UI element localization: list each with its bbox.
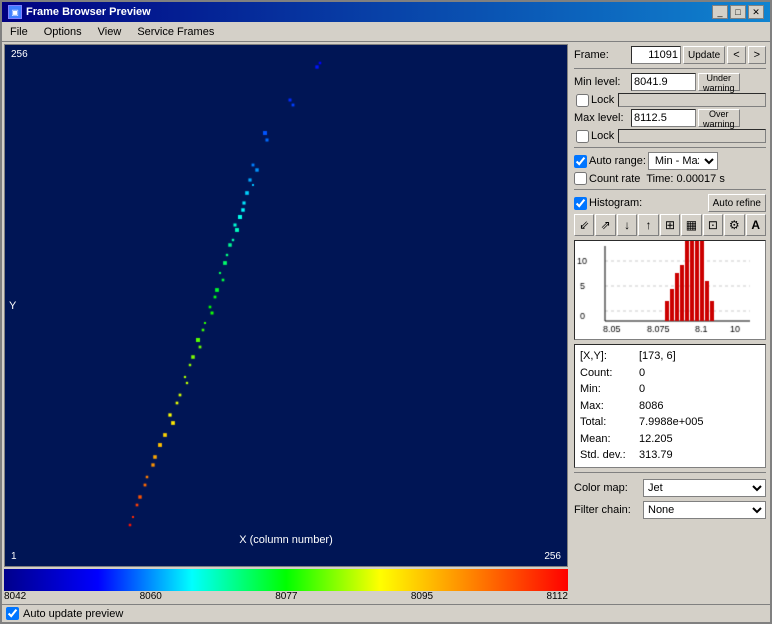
zoom-in-icon[interactable]: ⇗ — [595, 214, 615, 236]
mean-label: Mean: — [580, 431, 635, 448]
axis-bottom-right-label: 256 — [544, 551, 561, 562]
info-box: [X,Y]: [173, 6] Count: 0 Min: 0 Max: 808… — [574, 344, 766, 468]
zoom-out-icon[interactable]: ⇙ — [574, 214, 594, 236]
colorbar-label-2: 8077 — [275, 591, 297, 602]
image-area: 256 Y X (column number) 1 256 8042 8060 … — [2, 42, 570, 604]
colorbar-label-4: 8112 — [546, 591, 568, 602]
auto-refine-button[interactable]: Auto refine — [708, 194, 766, 212]
toolbar-row: ⇙ ⇗ ↓ ↑ ⊞ ▦ ⊡ ⚙ A — [574, 214, 766, 236]
auto-range-row: Auto range: Min - Max — [574, 152, 766, 170]
menu-bar: File Options View Service Frames — [2, 22, 770, 42]
frame-control-row: Frame: Update < > — [574, 46, 766, 64]
auto-range-dropdown[interactable]: Min - Max — [648, 152, 718, 170]
filterchain-row: Filter chain: None Smooth — [574, 501, 766, 519]
update-button[interactable]: Update — [683, 46, 725, 64]
window-title: Frame Browser Preview — [26, 6, 151, 18]
min-level-slider[interactable] — [618, 93, 766, 107]
max-level-slider[interactable] — [618, 129, 766, 143]
count-rate-checkbox[interactable] — [574, 172, 587, 185]
max-value: 8086 — [639, 398, 663, 415]
histogram-area — [574, 240, 766, 340]
histogram-control-row: Histogram: Auto refine — [574, 194, 766, 212]
stddev-value: 313.79 — [639, 447, 673, 464]
total-value: 7.9988e+005 — [639, 414, 704, 431]
min-label: Min: — [580, 381, 635, 398]
window-icon: ▣ — [8, 5, 22, 19]
mean-value: 12.205 — [639, 431, 673, 448]
colorbar-label-1: 8060 — [140, 591, 162, 602]
filterchain-dropdown[interactable]: None Smooth — [643, 501, 766, 519]
min-level-input[interactable] — [631, 73, 696, 91]
text-icon[interactable]: A — [746, 214, 766, 236]
colorbar-label-0: 8042 — [4, 591, 26, 602]
total-label: Total: — [580, 414, 635, 431]
count-rate-row: Count rate Time: 0.00017 s — [574, 172, 766, 185]
under-warning-button[interactable]: Under warning — [698, 73, 740, 91]
min-lock-row: Lock — [574, 93, 766, 107]
close-button[interactable]: ✕ — [748, 5, 764, 19]
palette-icon[interactable]: ▦ — [681, 214, 701, 236]
axis-bottom-left-label: 1 — [11, 551, 17, 562]
max-level-label: Max level: — [574, 112, 629, 124]
count-rate-time: Time: 0.00017 s — [646, 173, 724, 185]
max-level-input[interactable] — [631, 109, 696, 127]
bottom-bar: Auto update preview — [2, 604, 770, 622]
main-content: 256 Y X (column number) 1 256 8042 8060 … — [2, 42, 770, 604]
min-lock-checkbox[interactable] — [576, 94, 589, 107]
pan-up-icon[interactable]: ↑ — [638, 214, 658, 236]
max-lock-row: Lock — [574, 129, 766, 143]
nav-next-button[interactable]: > — [748, 46, 766, 64]
min-lock-label: Lock — [591, 94, 614, 106]
max-label: Max: — [580, 398, 635, 415]
histogram-label: Histogram: — [589, 197, 642, 209]
menu-file[interactable]: File — [6, 25, 32, 39]
right-panel: Frame: Update < > Min level: Under warni… — [570, 42, 770, 604]
colormap-label: Color map: — [574, 482, 639, 494]
max-lock-checkbox[interactable] — [576, 130, 589, 143]
over-warning-button[interactable]: Over warning — [698, 109, 740, 127]
pan-down-icon[interactable]: ↓ — [617, 214, 637, 236]
main-window: ▣ Frame Browser Preview _ □ ✕ File Optio… — [0, 0, 772, 624]
maximize-button[interactable]: □ — [730, 5, 746, 19]
menu-view[interactable]: View — [94, 25, 126, 39]
y-axis-label: Y — [9, 300, 16, 312]
frame-label: Frame: — [574, 49, 629, 61]
stddev-label: Std. dev.: — [580, 447, 635, 464]
settings-icon[interactable]: ⚙ — [724, 214, 744, 236]
filterchain-label: Filter chain: — [574, 504, 639, 516]
min-level-row: Min level: Under warning — [574, 73, 766, 91]
min-level-label: Min level: — [574, 76, 629, 88]
menu-service-frames[interactable]: Service Frames — [133, 25, 218, 39]
colorbar — [4, 569, 568, 591]
colorbar-labels: 8042 8060 8077 8095 8112 — [2, 591, 570, 602]
max-lock-label: Lock — [591, 130, 614, 142]
zoom-fit-icon[interactable]: ⊡ — [703, 214, 723, 236]
auto-update-label: Auto update preview — [23, 608, 123, 620]
colorbar-label-3: 8095 — [411, 591, 433, 602]
x-axis-label: X (column number) — [239, 534, 333, 546]
xy-value: [173, 6] — [639, 348, 676, 365]
auto-range-checkbox[interactable] — [574, 155, 587, 168]
colormap-dropdown[interactable]: Jet Gray Hot — [643, 479, 766, 497]
auto-range-label: Auto range: — [589, 155, 646, 167]
xy-label: [X,Y]: — [580, 348, 635, 365]
auto-update-checkbox[interactable] — [6, 607, 19, 620]
histogram-checkbox[interactable] — [574, 197, 587, 210]
title-bar: ▣ Frame Browser Preview _ □ ✕ — [2, 2, 770, 22]
zoom-box-icon[interactable]: ⊞ — [660, 214, 680, 236]
count-value: 0 — [639, 365, 645, 382]
frame-input[interactable] — [631, 46, 681, 64]
image-panel: 256 Y X (column number) 1 256 — [4, 44, 568, 567]
count-label: Count: — [580, 365, 635, 382]
colormap-row: Color map: Jet Gray Hot — [574, 479, 766, 497]
nav-prev-button[interactable]: < — [727, 46, 745, 64]
axis-top-label: 256 — [11, 49, 28, 60]
max-level-row: Max level: Over warning — [574, 109, 766, 127]
min-value: 0 — [639, 381, 645, 398]
minimize-button[interactable]: _ — [712, 5, 728, 19]
menu-options[interactable]: Options — [40, 25, 86, 39]
count-rate-label: Count rate — [589, 173, 640, 185]
